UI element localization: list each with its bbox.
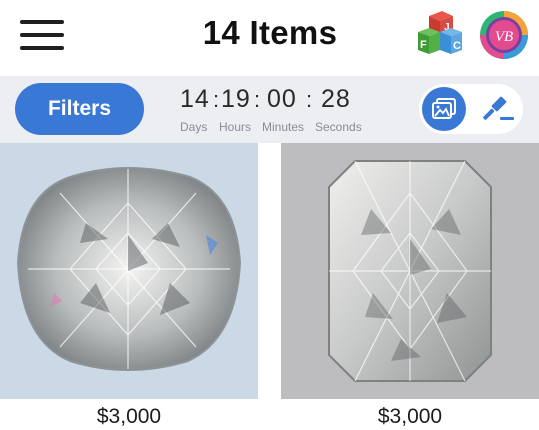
svg-text:VB: VB bbox=[495, 29, 513, 45]
svg-text:C: C bbox=[453, 40, 461, 52]
timer-separator: : bbox=[254, 87, 261, 112]
countdown-timer: 14 : 19 : 00 : 28 Days Hours Minutes Sec… bbox=[176, 85, 376, 135]
auction-view-button[interactable] bbox=[476, 87, 520, 131]
timer-hours-label: Hours bbox=[219, 120, 252, 134]
cushion-cut-diamond-image[interactable] bbox=[0, 143, 258, 399]
timer-separator: : bbox=[306, 87, 313, 112]
timer-seconds: 28 bbox=[321, 85, 351, 113]
item-card[interactable]: $3,000 bbox=[281, 143, 539, 430]
monogram-badge-icon[interactable]: VB bbox=[479, 10, 529, 60]
item-price: $3,000 bbox=[377, 405, 443, 428]
abc-blocks-icon[interactable]: J F C bbox=[415, 10, 465, 60]
hamburger-menu-icon[interactable] bbox=[20, 20, 64, 50]
gavel-icon bbox=[483, 96, 514, 120]
toolbar: Filters 14 : 19 : 00 : 28 Days Hours Min… bbox=[0, 76, 539, 143]
timer-minutes-label: Minutes bbox=[262, 120, 305, 134]
photo-gallery-icon bbox=[432, 98, 456, 119]
timer-seconds-label: Seconds bbox=[315, 120, 362, 134]
app-header: 14 Items J F C VB bbox=[0, 0, 539, 76]
radiant-cut-diamond-image[interactable] bbox=[281, 143, 539, 399]
page-title: 14 Items bbox=[202, 14, 338, 51]
timer-minutes: 00 bbox=[267, 85, 297, 113]
filters-button[interactable]: Filters bbox=[15, 83, 144, 135]
item-price: $3,000 bbox=[96, 405, 162, 428]
item-card[interactable]: $3,000 bbox=[0, 143, 258, 430]
photo-view-button[interactable] bbox=[422, 87, 466, 131]
timer-separator: : bbox=[213, 87, 220, 112]
svg-text:F: F bbox=[420, 39, 427, 51]
view-toggle bbox=[419, 84, 523, 134]
timer-days-label: Days bbox=[180, 120, 208, 134]
grid-gutter bbox=[258, 143, 281, 430]
timer-hours: 19 bbox=[221, 85, 251, 113]
timer-days: 14 bbox=[180, 85, 210, 113]
